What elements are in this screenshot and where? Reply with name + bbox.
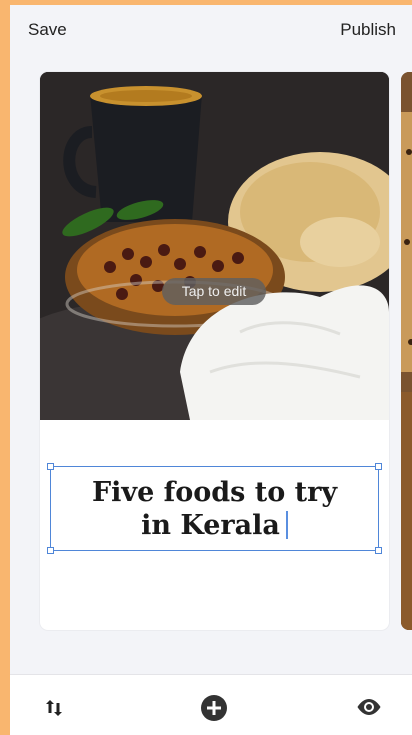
tap-to-edit-hint[interactable]: Tap to edit	[162, 278, 266, 305]
title-line-2: in Kerala	[51, 509, 378, 542]
preview-eye-icon[interactable]	[356, 698, 382, 716]
story-page-card[interactable]: Tap to edit Five foods to try in Kerala	[40, 72, 389, 630]
publish-button[interactable]: Publish	[340, 20, 396, 40]
resize-handle-top-left[interactable]	[47, 463, 54, 470]
bottom-toolbar	[10, 674, 412, 735]
add-circle-icon[interactable]	[201, 695, 227, 721]
title-line-2-text: in Kerala	[141, 510, 280, 541]
title-text-box[interactable]: Five foods to try in Kerala	[47, 463, 382, 554]
next-page-thumbnail	[401, 72, 412, 630]
reorder-icon[interactable]	[46, 699, 62, 717]
resize-handle-bottom-left[interactable]	[47, 547, 54, 554]
next-page-card-preview[interactable]	[401, 72, 412, 630]
title-line-1: Five foods to try	[91, 477, 338, 508]
page-canvas[interactable]: Tap to edit Five foods to try in Kerala	[10, 57, 412, 679]
top-bar: Save Publish	[10, 5, 412, 57]
save-button[interactable]: Save	[28, 20, 67, 40]
food-photo[interactable]: Tap to edit	[40, 72, 389, 420]
food-photo-illustration	[40, 72, 389, 420]
page-title[interactable]: Five foods to try in Kerala	[51, 476, 378, 542]
resize-handle-bottom-right[interactable]	[375, 547, 382, 554]
resize-handle-top-right[interactable]	[375, 463, 382, 470]
story-editor: Save Publish Tap to edit Five foods to t…	[10, 5, 412, 735]
text-cursor	[285, 511, 288, 539]
